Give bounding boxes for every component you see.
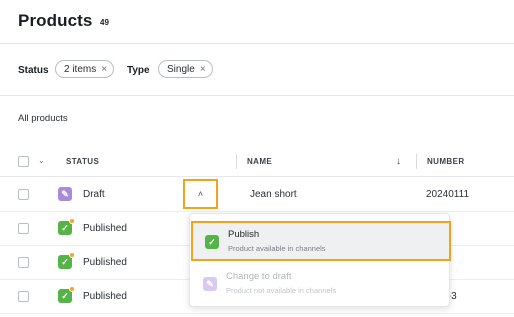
row-checkbox[interactable] [18,189,29,200]
row-status: Published [83,291,127,302]
column-divider [236,154,237,169]
row-status: Published [83,257,127,268]
status-filter-chip[interactable]: 2 items × [55,60,115,78]
check-icon: ✓ [58,252,75,269]
check-icon: ✓ [58,286,75,303]
row-number: 20240111 [426,189,470,200]
warning-dot-icon [69,218,75,224]
type-filter-value: Single [167,63,195,75]
table-row[interactable]: ✎ Draft Jean short 20240111 [0,178,514,212]
section-label: All products [18,113,68,124]
chevron-up-icon: ˄ [197,189,204,199]
row-name[interactable]: Jean short [250,189,297,200]
row-checkbox[interactable] [18,257,29,268]
status-filter-label: Status [18,65,49,76]
column-header-name[interactable]: NAME [247,157,272,166]
page-header: Products 49 [0,0,514,44]
page-title: Products [18,11,93,30]
pencil-icon: ✎ [58,187,72,201]
filter-bar: Status 2 items × Type Single × [0,44,514,96]
product-count: 49 [100,18,109,27]
row-checkbox[interactable] [18,223,29,234]
select-menu-chevron-icon[interactable]: ⌄ [38,156,45,165]
check-icon: ✓ [58,218,75,235]
table-header: ⌄ STATUS NAME ↓ NUMBER [0,147,514,177]
row-status: Draft [83,189,105,200]
column-header-number[interactable]: NUMBER [427,157,465,166]
status-change-menu: ✓ Publish Product available in channels … [189,213,451,307]
check-icon: ✓ [205,235,219,249]
option-description: Product available in channels [228,244,326,253]
type-filter-chip[interactable]: Single × [158,60,213,78]
pencil-icon: ✎ [203,277,217,291]
column-divider [416,154,417,169]
warning-dot-icon [69,252,75,258]
option-description: Product not available in channels [226,286,337,295]
select-all-checkbox[interactable] [18,156,29,167]
column-header-status[interactable]: STATUS [66,157,99,166]
clear-type-filter-icon[interactable]: × [200,64,206,75]
option-label: Change to draft [226,271,292,282]
type-filter-label: Type [127,65,150,76]
warning-dot-icon [69,286,75,292]
status-filter-value: 2 items [64,63,97,75]
sort-arrow-icon[interactable]: ↓ [396,156,401,167]
row-status: Published [83,223,127,234]
status-menu-toggle-button[interactable]: ˄ [183,179,218,209]
publish-option[interactable]: ✓ Publish Product available in channels [191,221,451,261]
clear-status-filter-icon[interactable]: × [101,64,107,75]
row-checkbox[interactable] [18,291,29,302]
change-to-draft-option: ✎ Change to draft Product not available … [190,264,451,305]
option-label: Publish [228,229,260,240]
